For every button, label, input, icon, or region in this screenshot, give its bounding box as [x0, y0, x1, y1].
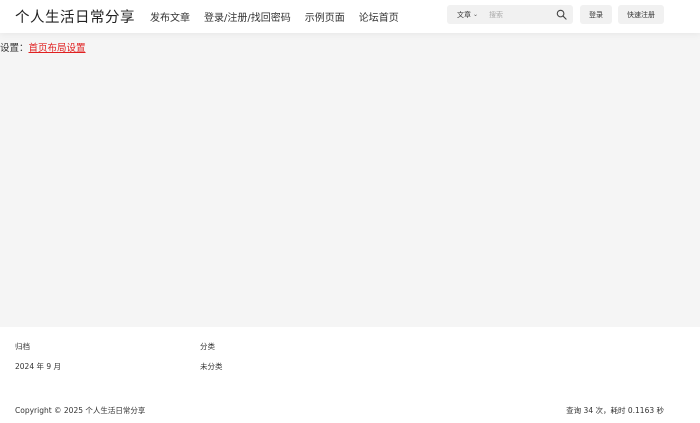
nav-item-sample-page[interactable]: 示例页面: [305, 9, 345, 24]
search-input[interactable]: [489, 10, 549, 19]
site-header: 个人生活日常分享 发布文章 登录/注册/找回密码 示例页面 论坛首页 文章 ⌄ …: [0, 0, 700, 33]
register-button[interactable]: 快速注册: [618, 5, 664, 24]
category-item[interactable]: 未分类: [200, 361, 223, 372]
nav-item-login-register[interactable]: 登录/注册/找回密码: [204, 9, 291, 24]
search-type-label: 文章: [457, 10, 471, 19]
search-type-select[interactable]: 文章 ⌄: [447, 10, 489, 20]
login-button[interactable]: 登录: [580, 5, 612, 24]
nav-item-publish[interactable]: 发布文章: [150, 9, 190, 24]
notice-prefix: 设置：: [0, 43, 29, 54]
site-title[interactable]: 个人生活日常分享: [15, 6, 135, 27]
nav-item-forum-home[interactable]: 论坛首页: [359, 9, 399, 24]
site-footer: 归档 2024 年 9 月 分类 未分类 Copyright © 2025 个人…: [0, 327, 700, 423]
copyright-text: Copyright © 2025 个人生活日常分享: [15, 406, 146, 415]
chevron-down-icon: ⌄: [473, 11, 479, 18]
homepage-layout-settings-link[interactable]: 首页布局设置: [29, 43, 86, 54]
layout-notice: 设置：首页布局设置: [0, 40, 86, 54]
category-heading: 分类: [200, 342, 215, 351]
main-nav: 发布文章 登录/注册/找回密码 示例页面 论坛首页: [150, 9, 399, 24]
search-icon[interactable]: [556, 9, 567, 20]
archive-heading: 归档: [15, 342, 30, 351]
search-box: 文章 ⌄: [447, 5, 573, 24]
archive-item[interactable]: 2024 年 9 月: [15, 361, 61, 372]
query-stats: 查询 34 次，耗时 0.1163 秒: [566, 406, 664, 415]
